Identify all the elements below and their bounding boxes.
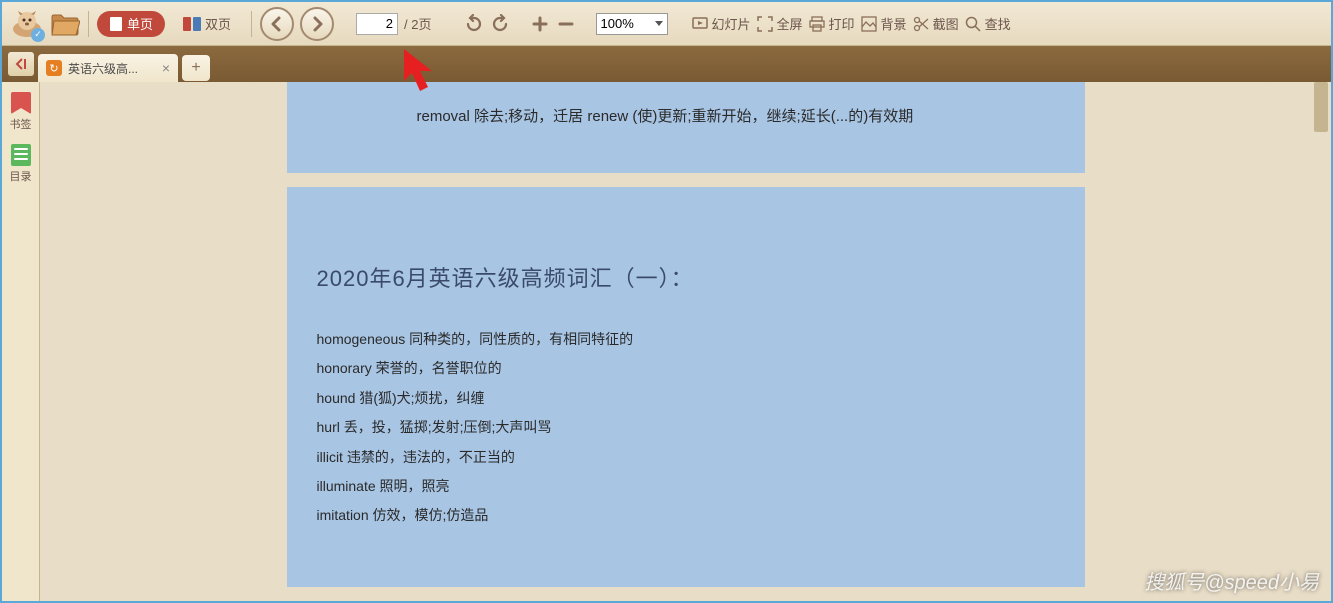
main-area: 书签 目录 removal 除去;移动，迁居 renew (使)更新;重新开始，…: [2, 82, 1331, 601]
single-page-button[interactable]: 单页: [97, 11, 165, 37]
scrollbar-thumb[interactable]: [1314, 82, 1328, 132]
left-sidebar: 书签 目录: [2, 82, 40, 601]
chevron-down-icon: [655, 21, 663, 27]
tab-title: 英语六级高...: [68, 60, 156, 77]
vocab-item: homogeneous 同种类的，同性质的，有相同特征的: [317, 325, 1055, 354]
toc-icon: [11, 144, 31, 166]
search-button[interactable]: 查找: [965, 14, 1011, 33]
rotate-left-button[interactable]: [464, 14, 484, 34]
sidebar-toc[interactable]: 目录: [7, 144, 35, 184]
zoom-value: 100%: [601, 16, 634, 31]
double-page-label: 双页: [205, 14, 231, 33]
open-folder-button[interactable]: [50, 11, 80, 37]
zoom-select[interactable]: 100%: [596, 13, 668, 35]
vocab-item: honorary 荣誉的，名誉职位的: [317, 354, 1055, 383]
document-viewport[interactable]: removal 除去;移动，迁居 renew (使)更新;重新开始，继续;延长(…: [40, 82, 1331, 601]
print-button[interactable]: 打印: [809, 14, 855, 33]
document-tab[interactable]: ↻ 英语六级高... ×: [38, 54, 178, 82]
page-number-input[interactable]: [356, 13, 398, 35]
arrow-right-icon: [309, 16, 325, 32]
rotate-right-button[interactable]: [490, 14, 510, 34]
page-icon: [109, 16, 123, 32]
double-page-icon: [183, 16, 201, 32]
sidebar-bookmark[interactable]: 书签: [7, 92, 35, 132]
slideshow-button[interactable]: 幻灯片: [692, 14, 751, 33]
vocab-item: hurl 丢，投，猛掷;发射;压倒;大声叫骂: [317, 413, 1055, 442]
print-icon: [809, 16, 825, 32]
doc-icon: ↻: [46, 60, 62, 76]
prev-page-button[interactable]: [260, 7, 294, 41]
collapse-icon: [14, 57, 28, 71]
collapse-sidebar-button[interactable]: [8, 52, 34, 76]
slideshow-icon: [692, 16, 708, 32]
background-button[interactable]: 背景: [861, 14, 907, 33]
background-icon: [861, 16, 877, 32]
page-1: removal 除去;移动，迁居 renew (使)更新;重新开始，继续;延长(…: [287, 82, 1085, 173]
scissors-icon: [913, 16, 929, 32]
vocab-list: homogeneous 同种类的，同性质的，有相同特征的 honorary 荣誉…: [317, 325, 1055, 531]
vocab-item: illicit 违禁的，违法的，不正当的: [317, 443, 1055, 472]
fullscreen-button[interactable]: 全屏: [757, 14, 803, 33]
double-page-button[interactable]: 双页: [171, 11, 243, 37]
verified-icon: ✓: [31, 28, 45, 42]
page-total-label: / 2页: [404, 14, 431, 33]
divider: [88, 11, 89, 37]
single-page-label: 单页: [127, 14, 153, 33]
zoom-out-button[interactable]: [556, 14, 576, 34]
page1-text: removal 除去;移动，迁居 renew (使)更新;重新开始，继续;延长(…: [317, 102, 1055, 132]
app-logo: ✓: [10, 7, 44, 41]
watermark: 搜狐号@speed小易: [1144, 566, 1319, 595]
fullscreen-icon: [757, 16, 773, 32]
page-2: 2020年6月英语六级高频词汇（一）： homogeneous 同种类的，同性质…: [287, 187, 1085, 587]
vocab-item: imitation 仿效，模仿;仿造品: [317, 501, 1055, 530]
arrow-left-icon: [269, 16, 285, 32]
tab-close-button[interactable]: ×: [162, 60, 170, 76]
search-icon: [965, 16, 981, 32]
new-tab-button[interactable]: +: [182, 55, 210, 81]
zoom-in-button[interactable]: [530, 14, 550, 34]
main-toolbar: ✓ 单页 双页 / 2页 100% 幻灯片 全屏 打印: [2, 2, 1331, 46]
bookmark-icon: [11, 92, 31, 114]
next-page-button[interactable]: [300, 7, 334, 41]
divider: [251, 11, 252, 37]
page2-title: 2020年6月英语六级高频词汇（一）：: [317, 257, 1055, 301]
vocab-item: illuminate 照明，照亮: [317, 472, 1055, 501]
vertical-scrollbar[interactable]: [1313, 82, 1329, 599]
vocab-item: hound 猎(狐)犬;烦扰，纠缠: [317, 384, 1055, 413]
screenshot-button[interactable]: 截图: [913, 14, 959, 33]
tab-bar: ↻ 英语六级高... × +: [2, 46, 1331, 82]
